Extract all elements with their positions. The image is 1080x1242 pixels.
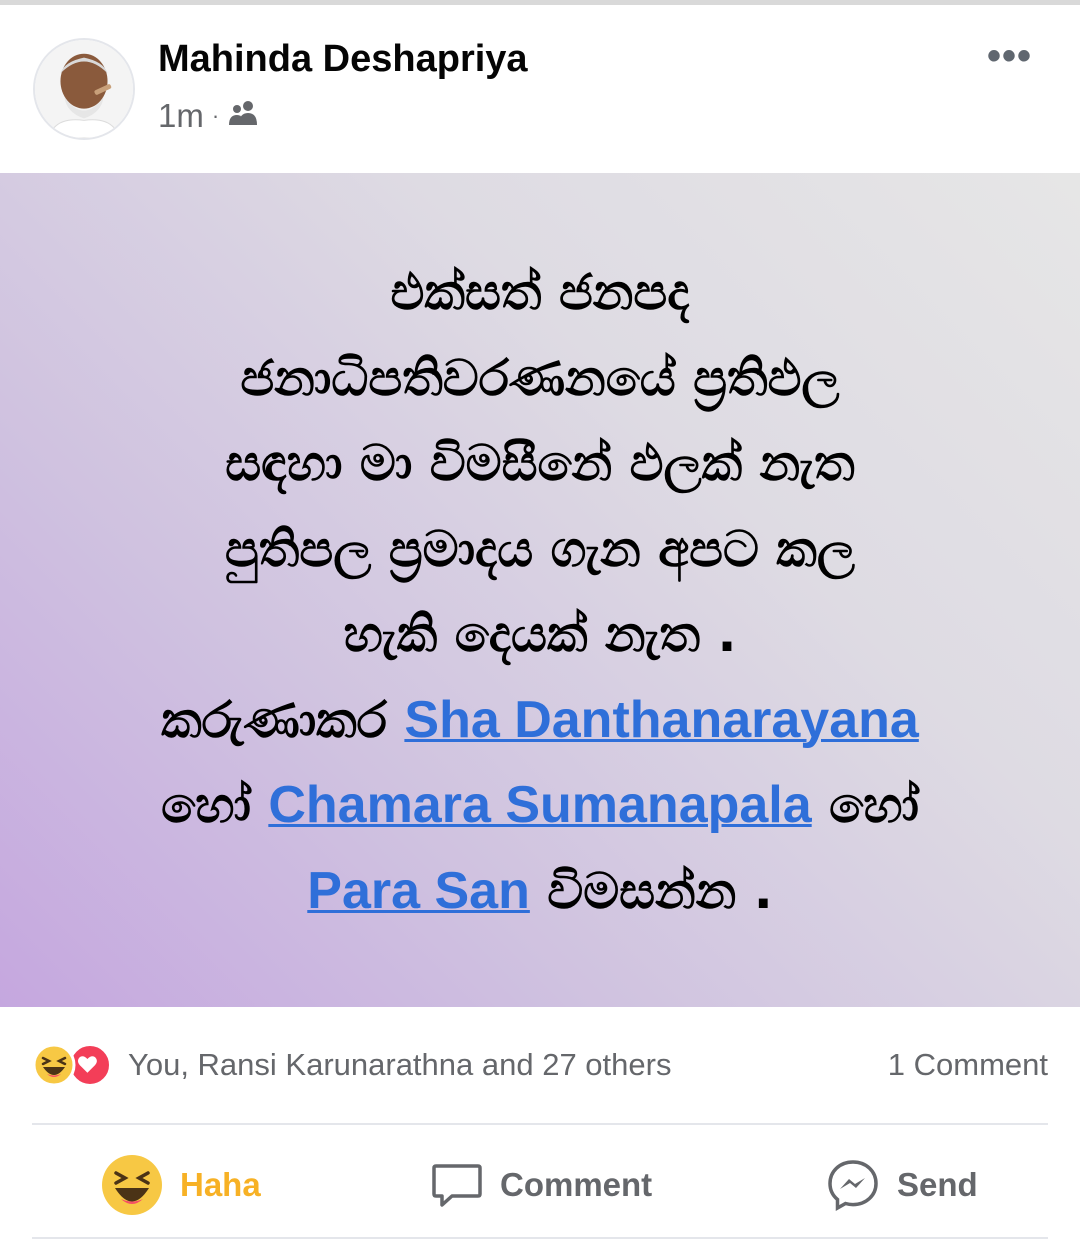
top-divider bbox=[0, 0, 1080, 5]
send-button[interactable]: Send bbox=[825, 1150, 978, 1220]
mention-link-para-san[interactable]: Para San bbox=[307, 862, 530, 920]
messenger-icon bbox=[828, 1160, 878, 1211]
bottom-divider bbox=[32, 1237, 1048, 1239]
mention-link-chamara-sumanapala[interactable]: Chamara Sumanapala bbox=[268, 776, 811, 834]
post-line-8-after: විමසන්න . bbox=[529, 861, 773, 920]
post-line-4: පුතිපල ප්‍රමාදය ගැන අපට කල bbox=[224, 519, 856, 578]
post-line-7-after: හෝ bbox=[811, 776, 919, 834]
haha-icon bbox=[32, 1043, 76, 1087]
more-options-icon[interactable]: ••• bbox=[987, 36, 1032, 76]
comments-count[interactable]: 1 Comment bbox=[888, 1047, 1048, 1083]
comment-icon bbox=[432, 1164, 482, 1207]
comment-label: Comment bbox=[500, 1166, 653, 1203]
mention-link-sha-danthanarayana[interactable]: Sha Danthanarayana bbox=[404, 691, 918, 749]
reactions-summary[interactable]: You, Ransi Karunarathna and 27 others bbox=[32, 1043, 671, 1087]
reactions-text: You, Ransi Karunarathna and 27 others bbox=[128, 1047, 672, 1082]
send-label: Send bbox=[897, 1166, 978, 1203]
post-line-5: හැකි දෙයක් නැත . bbox=[343, 605, 737, 663]
post-line-8: Para San විමසන්න . bbox=[40, 849, 1040, 935]
author-name[interactable]: Mahinda Deshapriya bbox=[158, 38, 528, 81]
comment-button[interactable]: Comment bbox=[430, 1150, 652, 1220]
post-line-2: ජනාධිපතිවරණනයේ ප්‍රතිඵල bbox=[240, 348, 840, 407]
post-line-1: එක්සත් ජනපද bbox=[390, 263, 690, 321]
avatar[interactable] bbox=[33, 38, 135, 140]
post-time[interactable]: 1m bbox=[158, 97, 204, 135]
post-line-7: හෝ Chamara Sumanapala හෝ bbox=[40, 763, 1040, 849]
meta-separator: · bbox=[211, 103, 220, 128]
haha-label: Haha bbox=[180, 1166, 261, 1203]
post-text: එක්සත් ජනපද ජනාධිපතිවරණනයේ ප්‍රතිඵල සඳහා… bbox=[40, 250, 1040, 934]
post-meta: 1m · bbox=[158, 97, 261, 135]
haha-button[interactable]: Haha bbox=[100, 1150, 261, 1220]
friends-icon bbox=[227, 97, 261, 135]
reaction-icons bbox=[32, 1043, 120, 1087]
profile-photo bbox=[35, 40, 133, 138]
post-line-6: කරුණාකර Sha Danthanarayana bbox=[40, 678, 1040, 764]
divider bbox=[32, 1123, 1048, 1125]
post-line-7-text: හෝ bbox=[161, 776, 269, 834]
haha-icon bbox=[102, 1155, 162, 1215]
post-line-6-text: කරුණාකර bbox=[161, 690, 405, 749]
post-line-3: සඳහා මා විමසීනේ ඵලක් නැත bbox=[225, 434, 855, 492]
